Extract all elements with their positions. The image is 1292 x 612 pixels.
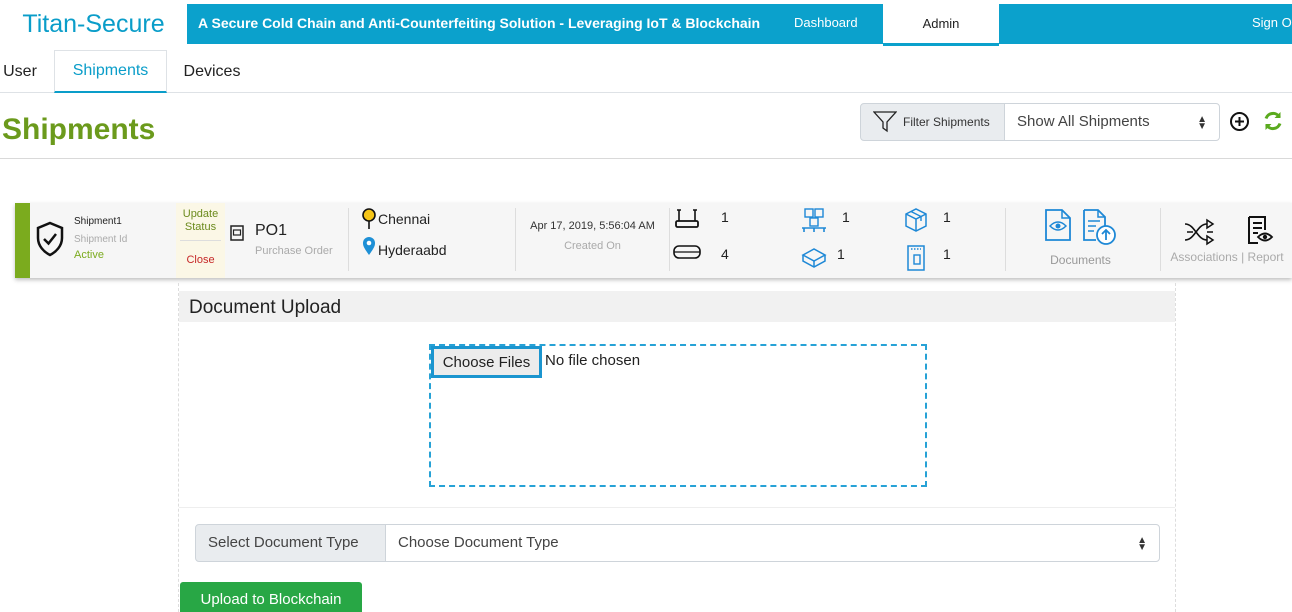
document-upload-panel: Document Upload Choose Files No file cho… [178,283,1176,612]
add-circle-icon[interactable] [1229,111,1250,132]
tray-count: 1 [837,246,845,262]
actions-divider [180,240,221,241]
nav-dashboard[interactable]: Dashboard [794,15,858,30]
sensor-icon [673,245,701,259]
shipment-status: Active [74,249,104,261]
shipment-id-label: Shipment Id [74,234,128,245]
nav-admin[interactable]: Admin [883,4,999,46]
package-count: 1 [943,209,951,225]
shipment-filter-select[interactable]: Show All Shipments ▲ ▼ [1004,103,1220,141]
app-tagline: A Secure Cold Chain and Anti-Counterfeit… [198,15,761,31]
gateway-icon [675,209,699,228]
file-status-text: No file chosen [545,352,641,369]
admin-tabs: User Shipments Devices [0,50,1292,93]
panel-divider [179,507,1175,508]
top-bar: Titan-Secure A Secure Cold Chain and Ant… [0,0,1292,48]
item-count: 1 [943,246,951,262]
shipment-filter-value: Show All Shipments [1017,113,1150,130]
heading-divider [0,158,1292,159]
destination-city: Hyderaabd [378,242,447,258]
tray-icon [801,248,827,268]
created-on-label: Created On [564,240,621,252]
view-document-icon[interactable] [1044,208,1072,242]
associations-report-label: Associations | Report [1170,250,1284,264]
shipment-actions: Update Status Close [176,203,225,278]
purchase-order-icon [230,225,244,241]
created-on-date: Apr 17, 2019, 5:56:04 AM [530,220,655,232]
select-caret-icon: ▲ ▼ [1137,535,1147,553]
destination-pin-icon [363,237,375,255]
choose-files-button[interactable]: Choose Files [431,346,542,378]
brand-logo[interactable]: Titan-Secure [0,4,187,44]
tab-user[interactable]: User [0,50,40,93]
file-drop-zone[interactable]: Choose Files No file chosen [429,344,927,487]
upload-to-blockchain-button[interactable]: Upload to Blockchain [180,582,362,612]
purchase-order-number: PO1 [255,222,288,239]
origin-pin-icon [362,208,376,229]
page-title: Shipments [2,113,156,146]
shipment-card[interactable]: Shipment1 Shipment Id Active Update Stat… [15,203,1292,278]
column-divider [1005,208,1006,271]
gateway-count: 1 [721,209,729,225]
status-accent-bar [15,203,30,278]
column-divider [669,208,670,271]
document-type-select[interactable]: Choose Document Type ▲ ▼ [385,524,1160,562]
tab-shipments[interactable]: Shipments [54,50,167,93]
filter-icon [873,111,897,133]
origin-city: Chennai [378,211,431,227]
update-status-button[interactable]: Update Status [176,208,225,234]
documents-label: Documents [1050,253,1111,267]
nav-signout[interactable]: Sign Out [1252,15,1292,30]
select-caret-icon: ▲ ▼ [1197,114,1207,132]
tab-devices[interactable]: Devices [167,50,257,93]
column-divider [1160,208,1161,271]
column-divider [348,208,349,271]
upload-document-icon[interactable] [1082,208,1118,246]
associations-icon[interactable] [1183,218,1217,246]
document-type-value: Choose Document Type [398,534,559,551]
header-banner: A Secure Cold Chain and Anti-Counterfeit… [187,4,1292,46]
filter-shipments-label: Filter Shipments [903,115,990,129]
item-icon [907,245,925,271]
document-upload-title: Document Upload [179,291,1175,322]
sensor-count: 4 [721,246,729,262]
shipment-name: Shipment1 [74,216,122,227]
pallet-icon [802,208,826,232]
pallet-count: 1 [842,209,850,225]
close-shipment-button[interactable]: Close [176,254,225,266]
refresh-icon[interactable] [1262,110,1284,132]
package-icon [905,208,927,232]
document-type-label: Select Document Type [195,524,386,562]
report-icon[interactable] [1246,214,1274,246]
purchase-order-label: Purchase Order [255,245,333,257]
shield-check-icon [36,221,64,257]
filter-shipments-button[interactable]: Filter Shipments [860,103,1005,141]
